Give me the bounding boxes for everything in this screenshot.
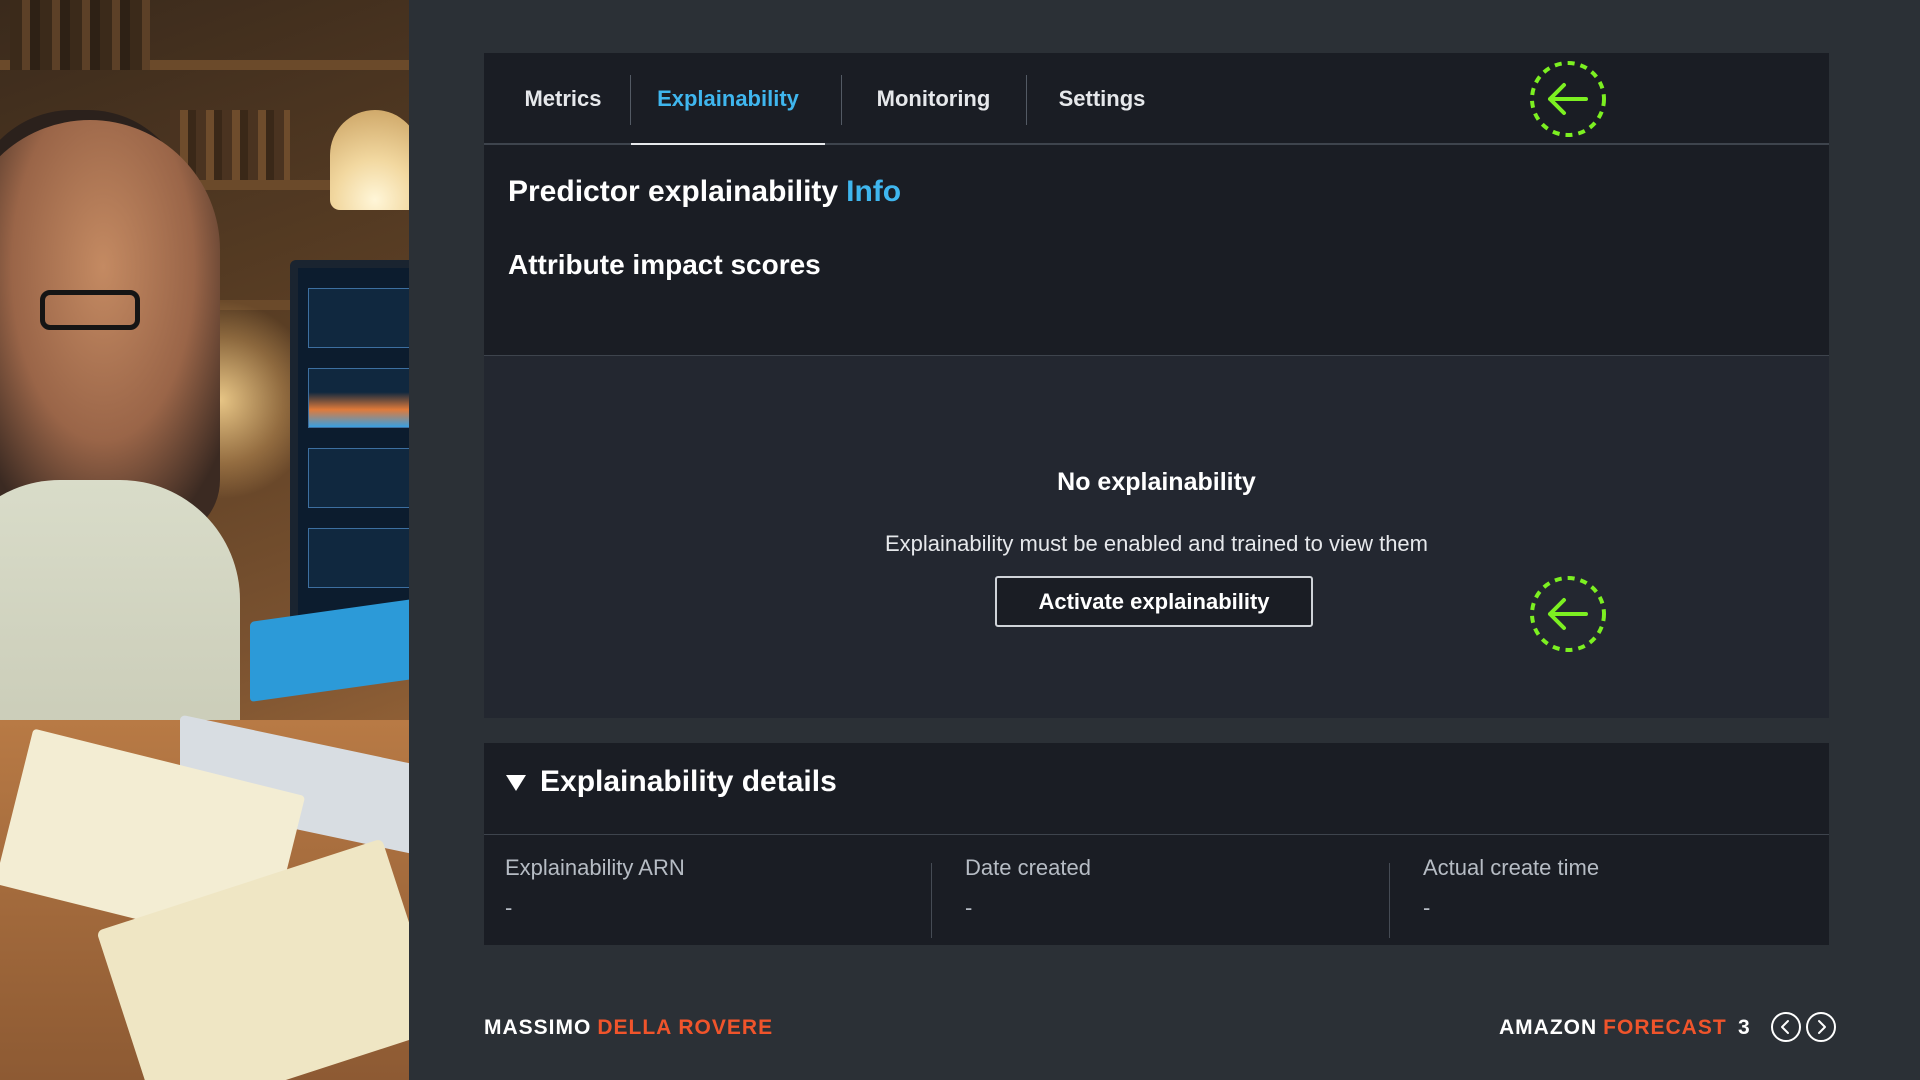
field-label: Actual create time (1423, 855, 1600, 880)
caret-down-icon (506, 775, 526, 791)
field-explainability-arn: Explainability ARN - (505, 855, 685, 921)
page-title: Predictor explainability Info (508, 175, 901, 209)
empty-state-title: No explainability (1057, 468, 1256, 496)
info-link[interactable]: Info (846, 175, 901, 208)
tab-settings[interactable]: Settings (1027, 53, 1177, 145)
chevron-right-icon (1818, 1020, 1826, 1034)
previous-slide-button[interactable] (1771, 1012, 1801, 1042)
explainability-details-panel: Explainability details Explainability AR… (484, 743, 1829, 945)
empty-state: No explainability Explainability must be… (484, 356, 1829, 718)
explainability-details-title: Explainability details (540, 765, 837, 798)
course-title-first: AMAZON (1499, 1016, 1598, 1039)
predictor-panel: Metrics Explainability Monitoring Settin… (484, 53, 1829, 718)
arrow-left-icon (1530, 61, 1606, 137)
tab-explainability[interactable]: Explainability (631, 53, 825, 147)
tab-metrics[interactable]: Metrics (508, 53, 618, 145)
author-last-name: DELLA ROVERE (597, 1016, 774, 1039)
predictor-explainability-title: Predictor explainability (508, 175, 839, 208)
author-first-name: MASSIMO (484, 1016, 592, 1039)
course-title: AMAZON FORECAST (1499, 1016, 1727, 1040)
activate-explainability-button[interactable]: Activate explainability (995, 576, 1313, 627)
field-label: Date created (965, 855, 1091, 880)
arrow-left-icon (1530, 576, 1606, 652)
attribute-impact-scores-heading: Attribute impact scores (508, 249, 821, 280)
field-label: Explainability ARN (505, 855, 685, 880)
empty-state-description: Explainability must be enabled and train… (885, 531, 1428, 556)
tab-bar: Metrics Explainability Monitoring Settin… (484, 53, 1829, 147)
course-title-second: FORECAST (1603, 1016, 1727, 1039)
presenter-illustration (0, 0, 409, 1080)
field-date-created: Date created - (965, 855, 1091, 921)
author-name: MASSIMO DELLA ROVERE (484, 1016, 773, 1040)
field-actual-create-time: Actual create time - (1423, 855, 1599, 921)
field-divider (931, 863, 932, 938)
next-slide-button[interactable] (1806, 1012, 1836, 1042)
field-divider (1389, 863, 1390, 938)
field-value: - (1423, 895, 1431, 920)
field-value: - (965, 895, 973, 920)
field-value: - (505, 895, 513, 920)
tab-monitoring[interactable]: Monitoring (842, 53, 1025, 145)
explainability-header: Predictor explainability Info Attribute i… (484, 145, 1829, 356)
explainability-details-toggle[interactable]: Explainability details (484, 743, 1829, 835)
chevron-left-icon (1781, 1020, 1789, 1034)
page-number: 3 (1738, 1016, 1750, 1039)
